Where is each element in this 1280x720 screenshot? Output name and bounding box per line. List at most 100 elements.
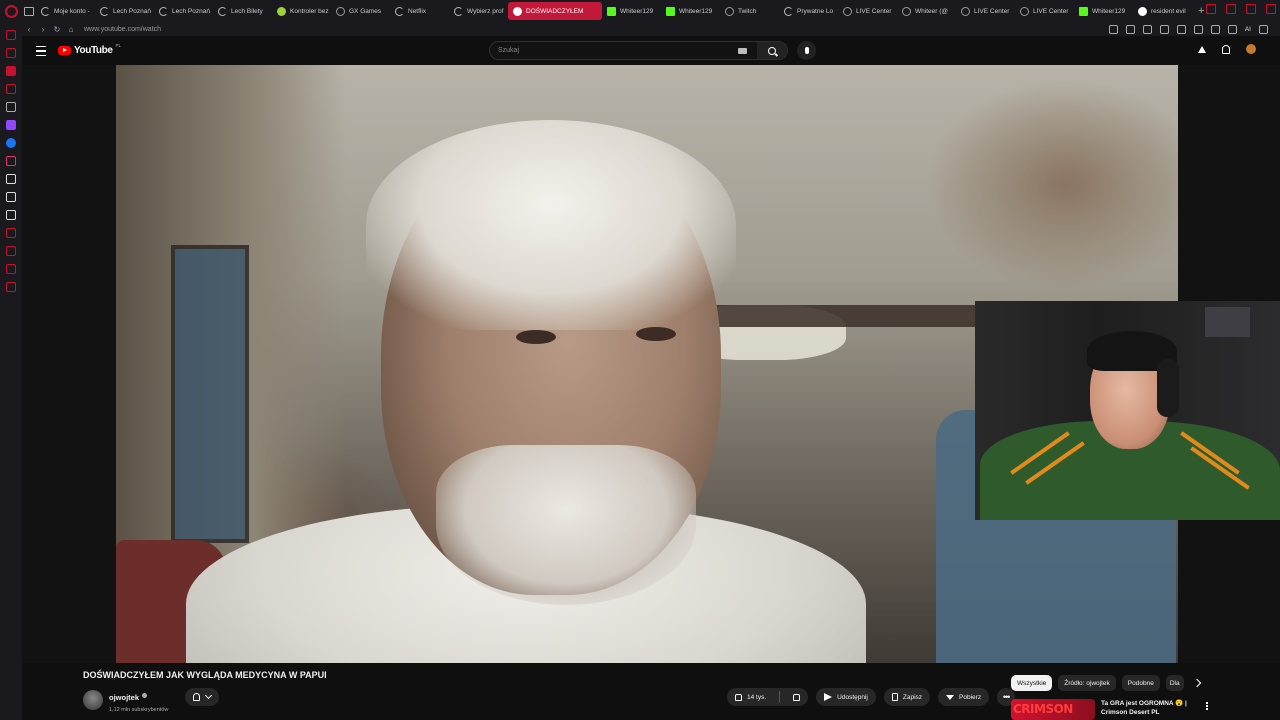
recommended-title-line1[interactable]: Ta GRA jest OGROMNA 😮 | [1101, 699, 1191, 708]
search-button[interactable] [757, 42, 787, 59]
browser-tab[interactable]: resident evil [1133, 2, 1192, 20]
tab-menu-icon[interactable] [22, 0, 36, 22]
home-icon[interactable] [6, 30, 16, 40]
tab-favicon-icon [666, 6, 675, 16]
like-button[interactable]: 14 tys. [727, 688, 774, 706]
browser-sidebar [0, 22, 22, 720]
download-icon[interactable] [1210, 24, 1220, 34]
extension-icon[interactable] [1108, 24, 1118, 34]
aria-ai-button[interactable]: AI [1245, 26, 1251, 33]
browser-tab[interactable]: LIVE Center [956, 2, 1015, 20]
browser-tab[interactable]: GX Games [331, 2, 390, 20]
search-input[interactable]: Szukaj [498, 47, 519, 54]
hamburger-menu-icon[interactable] [36, 46, 46, 56]
subscription-bell-button[interactable] [185, 688, 219, 706]
browser-tab[interactable]: Lech Bilety [213, 2, 272, 20]
maximize-icon[interactable] [1246, 4, 1256, 14]
browser-tab[interactable]: Whiteer (@ [897, 2, 956, 20]
notifications-icon[interactable] [1222, 44, 1230, 54]
lock-icon[interactable]: ⌂ [64, 25, 78, 34]
bell-icon [193, 693, 200, 701]
keyboard-icon[interactable] [738, 48, 747, 54]
store-icon[interactable] [6, 48, 16, 58]
history-icon[interactable] [6, 246, 16, 256]
tab-favicon-icon [336, 6, 345, 16]
recommended-video[interactable]: CRIMSON Ta GRA jest OGROMNA 😮 | Crimson … [1011, 699, 1191, 720]
browser-tab[interactable]: Whiteer129 [1074, 2, 1133, 20]
filter-chip[interactable]: Podobne [1121, 675, 1160, 691]
reload-icon[interactable]: ↻ [50, 25, 64, 34]
menu-icon[interactable] [1259, 24, 1268, 34]
twitch-icon[interactable] [6, 120, 16, 130]
window-controls [1206, 4, 1276, 14]
url-field[interactable]: www.youtube.com/watch [84, 26, 161, 33]
forward-icon[interactable]: › [36, 25, 50, 34]
youtube-logo[interactable]: YouTube PL [58, 43, 121, 56]
profile-icon[interactable] [1227, 24, 1237, 34]
browser-tab[interactable]: Netflix [390, 2, 449, 20]
browser-tab[interactable]: LIVE Center [838, 2, 897, 20]
download-button[interactable]: Pobierz [938, 688, 990, 706]
opera-logo-icon[interactable] [0, 0, 22, 22]
share-label: Udostępnij [837, 693, 868, 701]
filter-chip[interactable]: Źródło: ojwojtek [1058, 675, 1116, 691]
browser-tab[interactable]: Prywatne Lo [779, 2, 838, 20]
tab-favicon-icon [277, 6, 286, 16]
shield-icon[interactable] [1142, 24, 1152, 34]
tab-label: Whiteer129 [620, 7, 654, 15]
snapshot-icon[interactable] [1125, 24, 1135, 34]
create-upload-icon[interactable] [1198, 45, 1206, 53]
user-avatar[interactable] [1246, 44, 1256, 54]
thumbnail-text: CRIMSON [1013, 702, 1073, 716]
channel-name[interactable]: ojwojtek [109, 693, 139, 702]
discord-icon[interactable] [6, 210, 16, 220]
browser-tab[interactable]: Wybierz prof [449, 2, 508, 20]
recommended-thumbnail[interactable]: CRIMSON [1011, 699, 1095, 720]
gx-control-icon[interactable] [6, 84, 16, 94]
microphone-icon [804, 47, 809, 54]
filter-chip[interactable]: Dla [1165, 675, 1184, 691]
dislike-button[interactable] [785, 688, 808, 706]
browser-tab[interactable]: Lech Poznań [95, 2, 154, 20]
recommended-more-icon[interactable] [1206, 702, 1208, 704]
messenger-icon[interactable] [6, 138, 16, 148]
browser-tab[interactable]: Twitch [720, 2, 779, 20]
heart-icon[interactable] [1159, 24, 1169, 34]
video-player[interactable] [22, 65, 1280, 663]
settings-icon[interactable] [6, 102, 16, 112]
player-icon[interactable] [6, 264, 16, 274]
browser-tab[interactable]: LIVE Center [1015, 2, 1074, 20]
back-icon[interactable]: ‹ [22, 25, 36, 34]
x-icon[interactable] [6, 192, 16, 202]
save-button[interactable]: Zapisz [883, 688, 931, 706]
recommended-title-line2[interactable]: Crimson Desert PL [1101, 708, 1191, 717]
browser-tab[interactable]: Whiteer129 [602, 2, 661, 20]
tab-favicon-icon [1079, 6, 1088, 16]
chevron-right-icon[interactable] [1192, 678, 1202, 688]
search-box[interactable]: Szukaj [489, 41, 788, 60]
search-tabs-icon[interactable] [1206, 4, 1216, 14]
tiktok-icon[interactable] [6, 174, 16, 184]
browser-tab[interactable]: Whiteer129 [661, 2, 720, 20]
wallet-icon[interactable] [1176, 24, 1186, 34]
like-count: 14 tys. [747, 693, 767, 701]
close-icon[interactable] [1266, 4, 1276, 14]
sidebar-settings-icon[interactable] [6, 282, 16, 292]
browser-tab[interactable]: Lech Poznań [154, 2, 213, 20]
browser-tab[interactable]: Moje konto - [36, 2, 95, 20]
new-tab-button[interactable]: + [1198, 5, 1204, 17]
gx-corner-icon[interactable] [6, 66, 16, 76]
minimize-icon[interactable] [1226, 4, 1236, 14]
instagram-icon[interactable] [6, 156, 16, 166]
tab-favicon-icon [607, 6, 616, 16]
share-button[interactable]: Udostępnij [816, 688, 876, 706]
channel-avatar[interactable] [83, 690, 103, 710]
tab-active[interactable]: DOŚWIADCZYŁEM [508, 2, 602, 20]
browser-tab[interactable]: Kontroler bez [272, 2, 331, 20]
tab-favicon-icon [513, 6, 522, 16]
filter-chip[interactable]: Wszystkie [1011, 675, 1053, 691]
share-icon[interactable] [1193, 24, 1203, 34]
voice-search-button[interactable] [797, 41, 816, 60]
subscriber-count: 1,12 mln subskrybentów [109, 707, 169, 713]
clock-icon[interactable] [6, 228, 16, 238]
